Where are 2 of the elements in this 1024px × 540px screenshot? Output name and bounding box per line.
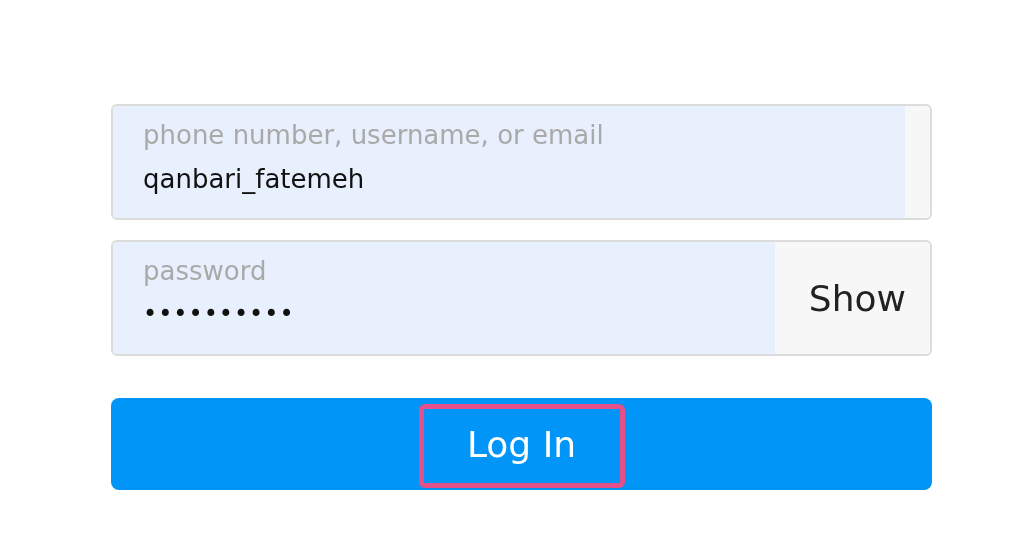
password-field[interactable]: password •••••••••• Show (111, 240, 932, 356)
username-field[interactable]: phone number, username, or email qanbari_fatemeh (111, 104, 932, 220)
